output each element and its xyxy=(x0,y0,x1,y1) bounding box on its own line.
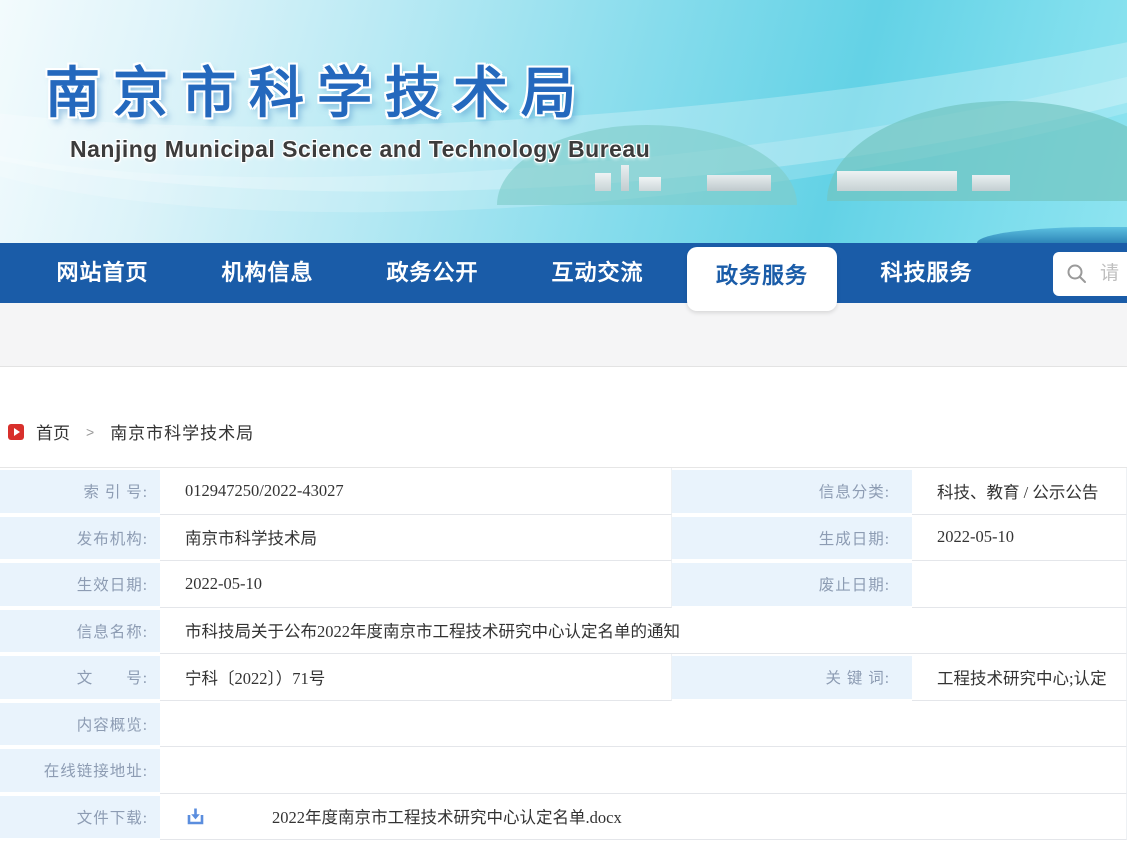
header-banner: 南京市科学技术局 Nanjing Municipal Science and T… xyxy=(0,0,1127,243)
nav-item-gov-services[interactable]: 政务服务 xyxy=(687,247,837,311)
value-publisher: 南京市科学技术局 xyxy=(160,515,672,562)
main-nav: 网站首页 机构信息 政务公开 互动交流 政务服务 科技服务 xyxy=(0,243,1127,303)
label-info-name: 信息名称: xyxy=(0,608,160,655)
search-input[interactable] xyxy=(1100,263,1127,285)
value-online-link xyxy=(160,747,1127,794)
label-generate-date: 生成日期: xyxy=(672,515,912,562)
download-file-link[interactable]: 2022年度南京市工程技术研究中心认定名单.docx xyxy=(272,804,622,828)
label-expire-date: 废止日期: xyxy=(672,561,912,608)
label-publisher: 发布机构: xyxy=(0,515,160,562)
download-icon[interactable] xyxy=(185,806,206,827)
nav-item-interaction[interactable]: 互动交流 xyxy=(515,243,680,303)
subnav-strip xyxy=(0,303,1127,367)
label-online-link: 在线链接地址: xyxy=(0,747,160,794)
breadcrumb-current: 南京市科学技术局 xyxy=(110,419,254,444)
value-doc-number: 宁科〔2022〕）71号 xyxy=(160,654,672,701)
site-subtitle: Nanjing Municipal Science and Technology… xyxy=(70,136,650,163)
value-info-name: 市科技局关于公布2022年度南京市工程技术研究中心认定名单的通知 xyxy=(160,608,1127,655)
info-table: 索 引 号: 012947250/2022-43027 信息分类: 科技、教育 … xyxy=(0,467,1127,840)
site-title: 南京市科学技术局 xyxy=(45,48,589,128)
nav-item-tech-services[interactable]: 科技服务 xyxy=(844,243,1009,303)
label-index-number: 索 引 号: xyxy=(0,468,160,515)
label-keywords: 关 键 词: xyxy=(672,654,912,701)
label-content-overview: 内容概览: xyxy=(0,701,160,748)
value-effective-date: 2022-05-10 xyxy=(160,561,672,608)
nav-item-gov-disclosure[interactable]: 政务公开 xyxy=(350,243,515,303)
value-keywords: 工程技术研究中心;认定 xyxy=(912,654,1127,701)
label-doc-number: 文 号: xyxy=(0,654,160,701)
label-info-category: 信息分类: xyxy=(672,468,912,515)
banner-landscape-art xyxy=(507,103,1127,243)
breadcrumb-home-link[interactable]: 首页 xyxy=(36,419,70,444)
value-expire-date xyxy=(912,561,1127,608)
breadcrumb-separator: > xyxy=(86,424,94,440)
breadcrumb: 首页 > 南京市科学技术局 xyxy=(8,419,254,444)
label-file-download: 文件下载: xyxy=(0,794,160,841)
search-box[interactable] xyxy=(1053,252,1127,296)
value-content-overview xyxy=(160,701,1127,748)
value-info-category: 科技、教育 / 公示公告 xyxy=(912,468,1127,515)
nav-item-org-info[interactable]: 机构信息 xyxy=(185,243,350,303)
value-generate-date: 2022-05-10 xyxy=(912,515,1127,562)
page-root: 南京市科学技术局 Nanjing Municipal Science and T… xyxy=(0,0,1127,845)
search-icon xyxy=(1066,263,1088,285)
value-file-download: 2022年度南京市工程技术研究中心认定名单.docx xyxy=(160,794,1127,841)
nav-item-home[interactable]: 网站首页 xyxy=(20,243,185,303)
label-effective-date: 生效日期: xyxy=(0,561,160,608)
play-icon xyxy=(8,424,24,440)
value-index-number: 012947250/2022-43027 xyxy=(160,468,672,515)
